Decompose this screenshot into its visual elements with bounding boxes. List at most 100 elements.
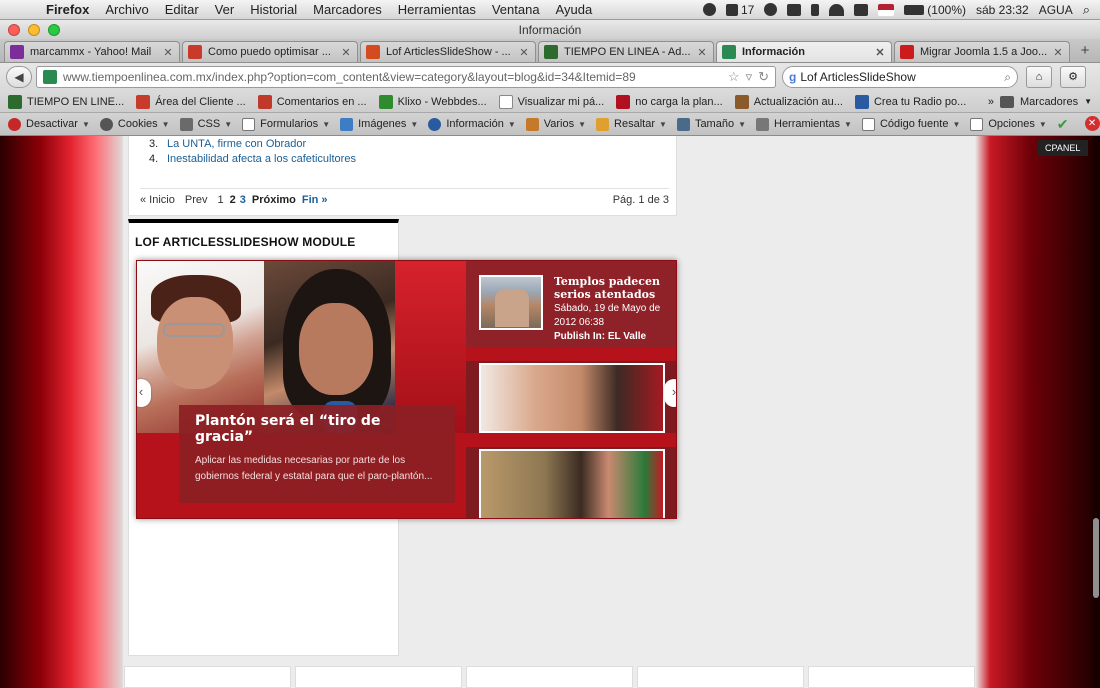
volume-icon[interactable] — [854, 3, 869, 16]
back-button[interactable]: ◀ — [6, 66, 32, 88]
home-icon[interactable]: ⌂ — [1026, 66, 1052, 88]
close-window-button[interactable] — [8, 23, 20, 36]
bookmark-item[interactable]: no carga la plan... — [616, 94, 723, 109]
devbar-desactivar[interactable]: Desactivar ▼ — [8, 117, 90, 131]
menu-marcadores[interactable]: Marcadores — [305, 2, 390, 17]
highlighter-icon — [596, 117, 610, 131]
search-icon[interactable]: ⌕ — [1004, 70, 1011, 85]
pagination-first[interactable]: « Inicio — [140, 194, 175, 206]
devbar-informacion[interactable]: Información ▼ — [428, 117, 516, 131]
devbar-varios[interactable]: Varios ▼ — [525, 117, 586, 131]
slide-nav-item[interactable] — [466, 361, 676, 433]
zoom-window-button[interactable] — [48, 23, 60, 36]
time-machine-icon[interactable] — [764, 3, 778, 16]
slide-prev-arrow[interactable]: ‹ — [137, 379, 151, 407]
close-tab-icon[interactable]: ✕ — [696, 46, 708, 59]
close-tab-icon[interactable]: ✕ — [1052, 46, 1064, 59]
close-tab-icon[interactable]: ✕ — [340, 46, 352, 59]
site-identity-icon[interactable] — [43, 70, 57, 84]
pagination-next[interactable]: Próximo — [252, 194, 296, 206]
tab-tiempo-en-linea[interactable]: TIEMPO EN LINEA - Ad... ✕ — [538, 41, 714, 62]
pagination-page-3[interactable]: 3 — [240, 194, 246, 206]
user-name[interactable]: AGUA — [1039, 3, 1073, 17]
more-bookmarks-chevron[interactable]: » — [988, 96, 994, 108]
pagination-last[interactable]: Fin » — [302, 194, 328, 206]
url-bar[interactable]: www.tiempoenlinea.com.mx/index.php?optio… — [36, 66, 776, 88]
js-error-icon[interactable]: ✕ — [1084, 115, 1100, 131]
tab-yahoo-mail[interactable]: marcammx - Yahoo! Mail ✕ — [4, 41, 180, 62]
reload-icon[interactable]: ↻ — [758, 69, 769, 85]
addon-icon[interactable]: ⚙ — [1060, 66, 1086, 88]
new-tab-button[interactable]: + — [1074, 42, 1096, 62]
devbar-cookies[interactable]: Cookies ▼ — [99, 117, 170, 131]
slide-next-arrow[interactable]: › — [664, 379, 676, 407]
nav-item-section-link[interactable]: EL Valle — [608, 331, 646, 342]
slide-nav-item[interactable] — [466, 447, 676, 518]
devbar-tamano[interactable]: Tamaño ▼ — [676, 117, 746, 131]
close-tab-icon[interactable]: ✕ — [162, 46, 174, 59]
bookmark-item[interactable]: Klixo - Webbdes... — [378, 94, 487, 109]
footer-box — [295, 666, 462, 688]
slide-title[interactable]: Plantón será el “tiro de gracia” — [195, 413, 439, 445]
tab-migrar-joomla[interactable]: Migrar Joomla 1.5 a Joo... ✕ — [894, 41, 1070, 62]
scrollbar-track[interactable] — [1092, 136, 1100, 688]
menu-app-firefox[interactable]: Firefox — [38, 2, 97, 17]
menu-herramientas[interactable]: Herramientas — [390, 2, 484, 17]
sync-icon[interactable] — [702, 3, 716, 16]
google-icon[interactable]: g — [789, 70, 796, 84]
bookmarks-menu[interactable]: Marcadores — [1020, 96, 1078, 108]
menu-editar[interactable]: Editar — [157, 2, 207, 17]
nav-item-text: Templos padecen serios atentados Sábado,… — [554, 275, 672, 344]
dropdown-arrow-icon[interactable]: ▼ — [1084, 97, 1092, 106]
bluetooth-icon[interactable] — [811, 3, 820, 16]
close-tab-icon[interactable]: ✕ — [518, 46, 530, 59]
flag-us-icon[interactable] — [878, 3, 895, 16]
menu-ver[interactable]: Ver — [207, 2, 243, 17]
pagination-prev[interactable]: Prev — [185, 194, 208, 206]
battery-icon[interactable]: (100%) — [904, 3, 966, 17]
bookmark-item[interactable]: Crea tu Radio po... — [854, 94, 966, 109]
bookmark-item[interactable]: Actualización au... — [734, 94, 843, 109]
menu-ventana[interactable]: Ventana — [484, 2, 548, 17]
articles-slideshow: Plantón será el “tiro de gracia” Aplicar… — [136, 260, 677, 519]
menu-historial[interactable]: Historial — [242, 2, 305, 17]
display-icon[interactable] — [787, 3, 802, 16]
url-text: www.tiempoenlinea.com.mx/index.php?optio… — [63, 70, 636, 84]
battery-percent: (100%) — [927, 2, 966, 17]
bookmark-item[interactable]: Comentarios en ... — [257, 94, 367, 109]
devbar-codigo-fuente[interactable]: Código fuente ▼ — [861, 117, 960, 131]
slide-nav-item-active[interactable]: Templos padecen serios atentados Sábado,… — [466, 261, 676, 347]
bookmark-item[interactable]: Visualizar mi pá... — [498, 94, 604, 109]
navigation-bar: ◀ www.tiempoenlinea.com.mx/index.php?opt… — [0, 63, 1100, 91]
pagination-page-2[interactable]: 2 — [230, 194, 236, 206]
tab-informacion[interactable]: Información ✕ — [716, 41, 892, 62]
devbar-opciones[interactable]: Opciones ▼ — [970, 117, 1047, 131]
minimize-window-button[interactable] — [28, 23, 40, 36]
wifi-icon[interactable] — [829, 3, 845, 16]
bookmark-item[interactable]: TIEMPO EN LINE... — [8, 94, 124, 109]
devbar-herramientas[interactable]: Herramientas ▼ — [756, 117, 852, 131]
search-input[interactable]: Lof ArticlesSlideShow — [800, 70, 1004, 84]
devbar-formularios[interactable]: Formularios ▼ — [242, 117, 330, 131]
menu-archivo[interactable]: Archivo — [97, 2, 156, 17]
spotlight-icon[interactable]: ⌕ — [1083, 2, 1090, 18]
article-link-cafeticultores[interactable]: Inestabilidad afecta a los cafeticultore… — [167, 152, 356, 167]
module-title: LOF ARTICLESSLIDESHOW MODULE — [135, 235, 356, 249]
cpanel-button[interactable]: CPANEL — [1037, 140, 1089, 156]
close-tab-icon[interactable]: ✕ — [874, 46, 886, 59]
bookmark-item[interactable]: Área del Cliente ... — [136, 94, 246, 109]
adobe-icon[interactable]: 17 — [725, 3, 754, 17]
clock[interactable]: sáb 23:32 — [976, 3, 1029, 17]
tab-lof-articles[interactable]: Lof ArticlesSlideShow - ... ✕ — [360, 41, 536, 62]
tab-como-puedo[interactable]: Como puedo optimisar ... ✕ — [182, 41, 358, 62]
devbar-css[interactable]: CSS ▼ — [179, 117, 232, 131]
bookmark-star-icon[interactable]: ☆ — [728, 69, 740, 85]
search-box[interactable]: g Lof ArticlesSlideShow ⌕ — [782, 66, 1018, 88]
article-link-unta[interactable]: La UNTA, firme con Obrador — [167, 137, 306, 152]
menu-ayuda[interactable]: Ayuda — [548, 2, 601, 17]
devbar-resaltar[interactable]: Resaltar ▼ — [596, 117, 667, 131]
dropdown-arrow-icon[interactable]: ▿ — [746, 69, 753, 85]
devbar-imagenes[interactable]: Imágenes ▼ — [340, 117, 418, 131]
scrollbar-thumb[interactable] — [1093, 518, 1099, 598]
css-valid-check-icon[interactable]: ✔ — [1057, 116, 1069, 133]
